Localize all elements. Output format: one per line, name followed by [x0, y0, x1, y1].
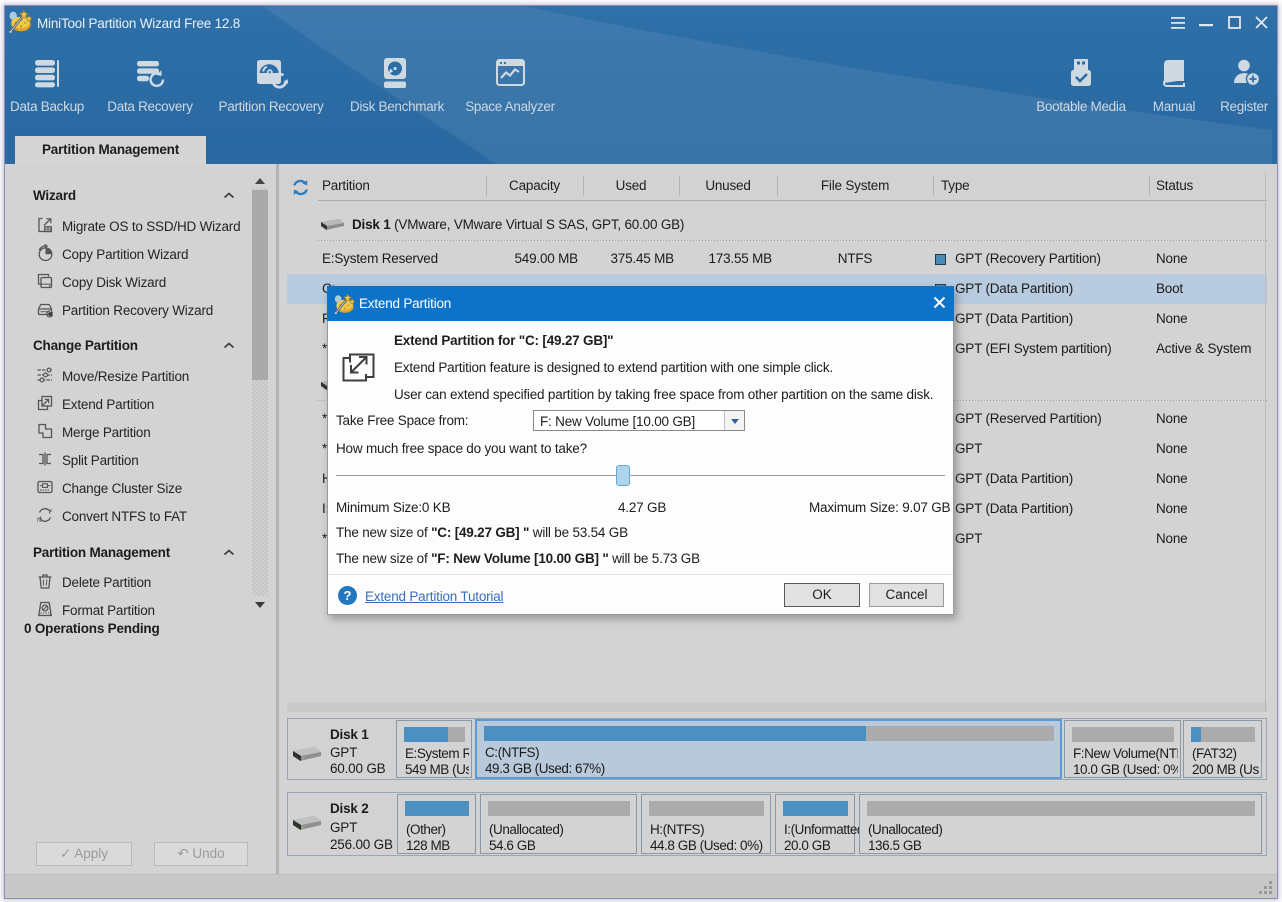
svg-text:F: F — [49, 510, 53, 516]
svg-text:N: N — [37, 518, 41, 524]
